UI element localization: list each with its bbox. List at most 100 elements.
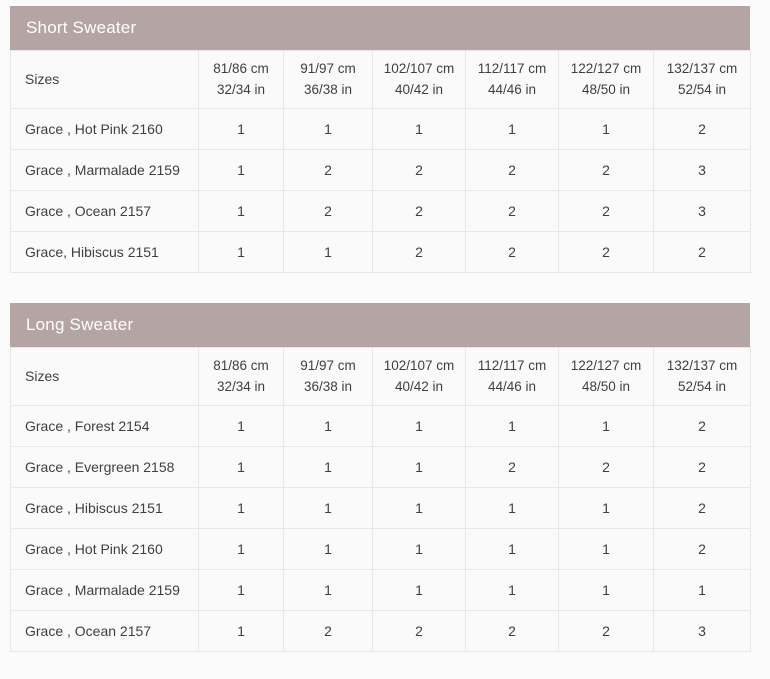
size-column-header: 102/107 cm 40/42 in bbox=[372, 347, 466, 406]
size-column-header: 132/137 cm 52/54 in bbox=[653, 50, 751, 109]
sizes-header-label: Sizes bbox=[10, 347, 199, 406]
quantity-cell: 2 bbox=[653, 446, 751, 488]
size-column-header: 102/107 cm 40/42 in bbox=[372, 50, 466, 109]
quantity-cell: 2 bbox=[372, 190, 466, 232]
product-name-cell: Grace , Ocean 2157 bbox=[10, 190, 199, 232]
size-header-cm: 122/127 cm bbox=[570, 357, 642, 373]
quantity-cell: 1 bbox=[198, 446, 284, 488]
quantity-cell: 1 bbox=[558, 487, 654, 529]
quantity-cell: 1 bbox=[198, 149, 284, 191]
quantity-cell: 2 bbox=[558, 610, 654, 652]
quantity-cell: 2 bbox=[653, 405, 751, 447]
table-row: Grace , Ocean 2157 1 2 2 2 2 3 bbox=[10, 610, 751, 652]
table-row: Grace , Evergreen 2158 1 1 1 2 2 2 bbox=[10, 446, 751, 488]
quantity-cell: 2 bbox=[465, 446, 559, 488]
size-header-cm: 132/137 cm bbox=[666, 60, 738, 76]
size-chart-page: Short Sweater Sizes 81/86 cm 32/34 in 91/97 … bbox=[0, 0, 770, 652]
quantity-cell: 1 bbox=[465, 528, 559, 570]
product-name-cell: Grace , Marmalade 2159 bbox=[10, 569, 199, 611]
quantity-cell: 1 bbox=[198, 231, 284, 273]
quantity-cell: 1 bbox=[283, 487, 373, 529]
product-name-cell: Grace , Hibiscus 2151 bbox=[10, 487, 199, 529]
quantity-cell: 1 bbox=[372, 528, 466, 570]
product-name-cell: Grace, Hibiscus 2151 bbox=[10, 231, 199, 273]
quantity-cell: 1 bbox=[198, 405, 284, 447]
size-header-cm: 112/117 cm bbox=[477, 60, 547, 76]
quantity-cell: 1 bbox=[372, 108, 466, 150]
quantity-cell: 1 bbox=[198, 528, 284, 570]
quantity-cell: 1 bbox=[558, 569, 654, 611]
quantity-cell: 2 bbox=[465, 231, 559, 273]
quantity-cell: 1 bbox=[283, 108, 373, 150]
size-header-cm: 91/97 cm bbox=[300, 357, 356, 373]
quantity-cell: 2 bbox=[283, 149, 373, 191]
table-row: Grace, Hibiscus 2151 1 1 2 2 2 2 bbox=[10, 231, 751, 273]
quantity-cell: 1 bbox=[372, 487, 466, 529]
quantity-cell: 1 bbox=[465, 569, 559, 611]
size-header-cm: 112/117 cm bbox=[477, 357, 547, 373]
size-header-in: 52/54 in bbox=[677, 378, 727, 394]
size-header-in: 40/42 in bbox=[394, 378, 444, 394]
quantity-cell: 1 bbox=[372, 405, 466, 447]
size-header-cm: 102/107 cm bbox=[383, 357, 455, 373]
quantity-cell: 1 bbox=[465, 487, 559, 529]
size-header-in: 36/38 in bbox=[303, 378, 353, 394]
size-column-header: 112/117 cm 44/46 in bbox=[465, 50, 559, 109]
size-column-header: 122/127 cm 48/50 in bbox=[558, 50, 654, 109]
quantity-cell: 1 bbox=[283, 446, 373, 488]
quantity-cell: 1 bbox=[558, 108, 654, 150]
product-name-cell: Grace , Hot Pink 2160 bbox=[10, 528, 199, 570]
quantity-cell: 3 bbox=[653, 149, 751, 191]
size-header-in: 44/46 in bbox=[487, 81, 537, 97]
quantity-cell: 2 bbox=[653, 231, 751, 273]
product-name-cell: Grace , Ocean 2157 bbox=[10, 610, 199, 652]
quantity-cell: 2 bbox=[465, 610, 559, 652]
quantity-cell: 1 bbox=[653, 569, 751, 611]
size-column-header: 132/137 cm 52/54 in bbox=[653, 347, 751, 406]
quantity-cell: 1 bbox=[198, 108, 284, 150]
size-table-block: Short Sweater Sizes 81/86 cm 32/34 in 91/97 … bbox=[10, 6, 751, 273]
size-column-header: 81/86 cm 32/34 in bbox=[198, 347, 284, 406]
quantity-cell: 3 bbox=[653, 190, 751, 232]
size-header-in: 32/34 in bbox=[216, 378, 266, 394]
size-column-header: 112/117 cm 44/46 in bbox=[465, 347, 559, 406]
quantity-cell: 2 bbox=[558, 149, 654, 191]
table-row: Grace , Hibiscus 2151 1 1 1 1 1 2 bbox=[10, 487, 751, 529]
quantity-cell: 1 bbox=[372, 569, 466, 611]
quantity-cell: 2 bbox=[558, 446, 654, 488]
product-name-cell: Grace , Marmalade 2159 bbox=[10, 149, 199, 191]
size-header-in: 44/46 in bbox=[487, 378, 537, 394]
size-header-in: 48/50 in bbox=[581, 378, 631, 394]
size-table: Sizes 81/86 cm 32/34 in 91/97 cm 36/38 in 102… bbox=[10, 50, 751, 273]
size-column-header: 81/86 cm 32/34 in bbox=[198, 50, 284, 109]
size-column-header: 91/97 cm 36/38 in bbox=[283, 347, 373, 406]
quantity-cell: 2 bbox=[465, 149, 559, 191]
quantity-cell: 1 bbox=[465, 405, 559, 447]
quantity-cell: 1 bbox=[465, 108, 559, 150]
size-header-in: 52/54 in bbox=[677, 81, 727, 97]
quantity-cell: 1 bbox=[283, 231, 373, 273]
table-row: Grace , Hot Pink 2160 1 1 1 1 1 2 bbox=[10, 108, 751, 150]
size-header-in: 48/50 in bbox=[581, 81, 631, 97]
size-column-header: 91/97 cm 36/38 in bbox=[283, 50, 373, 109]
table-header-row: Sizes 81/86 cm 32/34 in 91/97 cm 36/38 in 102… bbox=[10, 347, 751, 406]
size-header-cm: 132/137 cm bbox=[666, 357, 738, 373]
quantity-cell: 1 bbox=[198, 487, 284, 529]
quantity-cell: 1 bbox=[283, 405, 373, 447]
quantity-cell: 1 bbox=[198, 190, 284, 232]
quantity-cell: 2 bbox=[653, 487, 751, 529]
size-header-cm: 91/97 cm bbox=[300, 60, 356, 76]
size-header-cm: 102/107 cm bbox=[383, 60, 455, 76]
product-name-cell: Grace , Evergreen 2158 bbox=[10, 446, 199, 488]
size-column-header: 122/127 cm 48/50 in bbox=[558, 347, 654, 406]
size-header-cm: 81/86 cm bbox=[213, 357, 269, 373]
quantity-cell: 3 bbox=[653, 610, 751, 652]
quantity-cell: 1 bbox=[558, 405, 654, 447]
size-header-in: 32/34 in bbox=[216, 81, 266, 97]
quantity-cell: 2 bbox=[653, 108, 751, 150]
quantity-cell: 1 bbox=[198, 610, 284, 652]
table-header-row: Sizes 81/86 cm 32/34 in 91/97 cm 36/38 in 102… bbox=[10, 50, 751, 109]
size-header-cm: 122/127 cm bbox=[570, 60, 642, 76]
table-caption: Long Sweater bbox=[10, 303, 750, 347]
size-header-in: 36/38 in bbox=[303, 81, 353, 97]
